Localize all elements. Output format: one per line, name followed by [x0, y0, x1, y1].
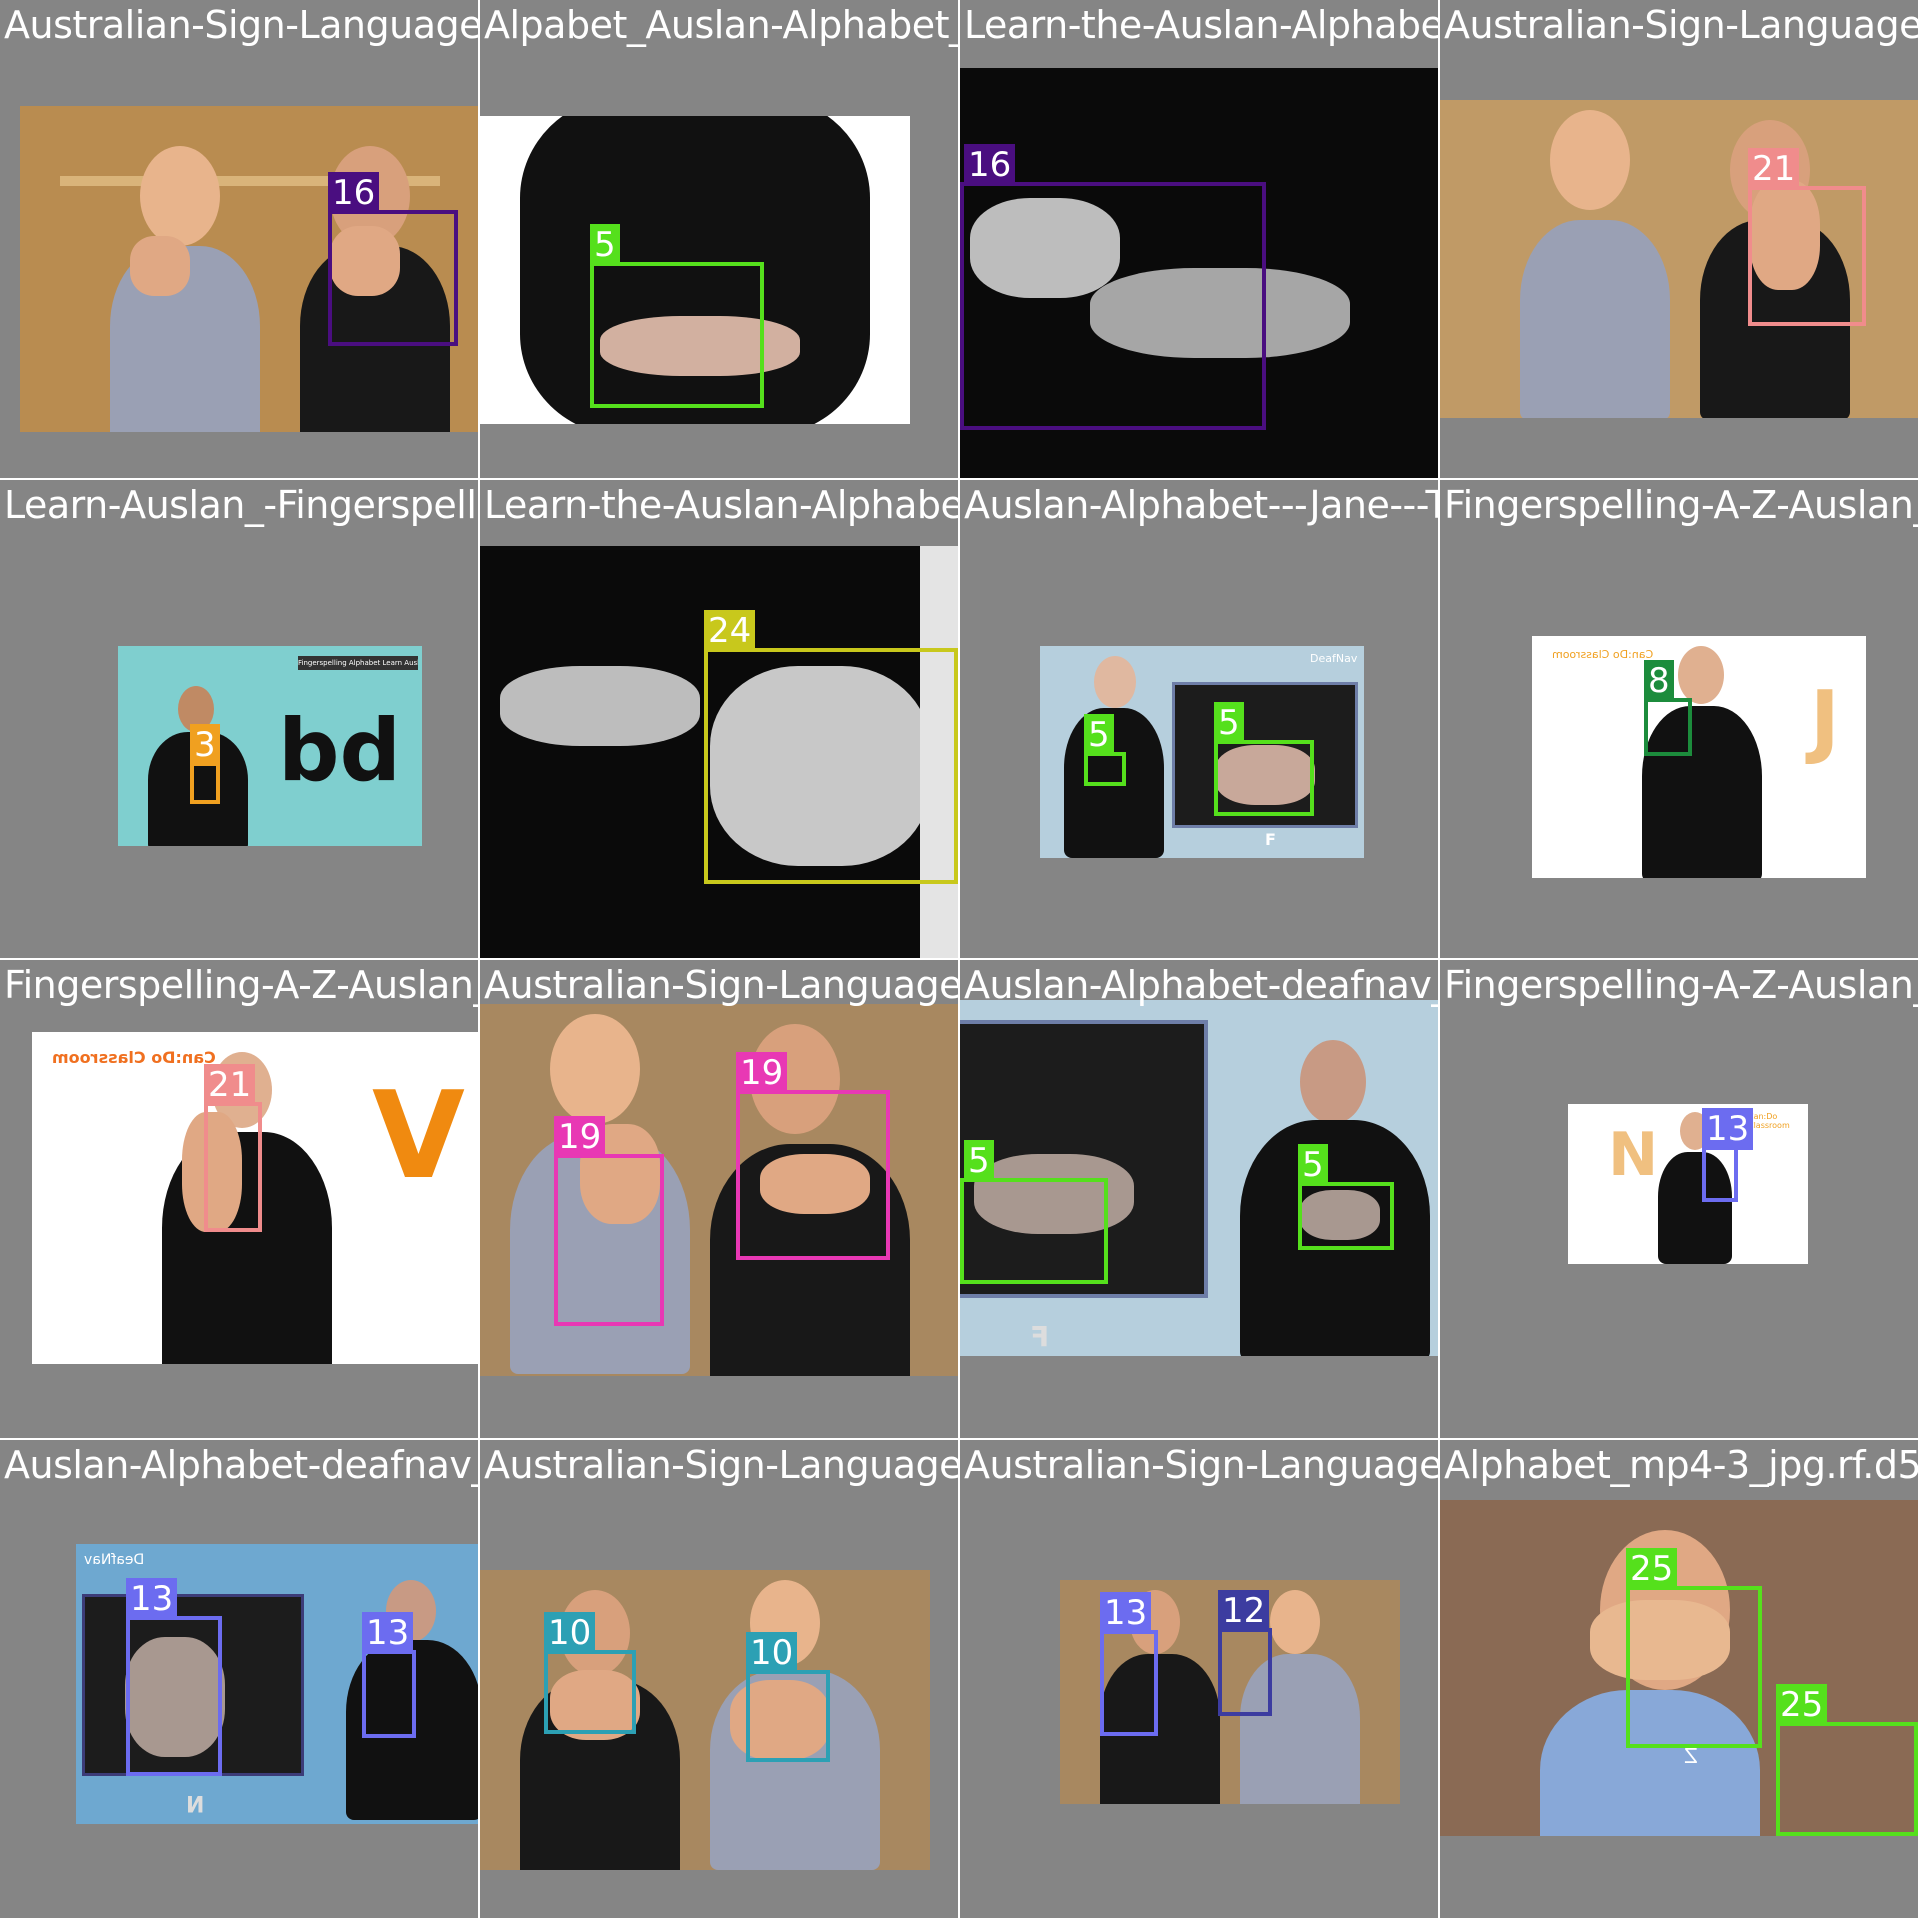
tile[interactable]: N Can:Do Classroom 13 Fingerspelling-A-Z…	[1440, 960, 1920, 1440]
watermark: DeafNav	[1310, 652, 1358, 665]
bounding-box: 10	[544, 1612, 636, 1734]
letter-sign: J	[1810, 674, 1840, 767]
bounding-box: 21	[204, 1064, 262, 1232]
class-label: 13	[1702, 1108, 1754, 1150]
tile[interactable]: 21 Australian-Sign-Language_-Alphabet	[1440, 0, 1920, 480]
tile[interactable]: Can:Do Classroom V 21 Fingerspelling-A-Z…	[0, 960, 480, 1440]
tile[interactable]: F 5 5 Auslan-Alphabet-deafnav_mp4-14_jpg	[960, 960, 1440, 1440]
logo: Can:Do Classroom	[1552, 648, 1654, 661]
bounding-box: 19	[554, 1116, 664, 1326]
tile-caption: Fingerspelling-A-Z-Auslan_mp4-75	[1444, 963, 1918, 1007]
video-frame: N Can:Do Classroom	[1568, 1104, 1808, 1264]
class-label: 25	[1626, 1548, 1678, 1590]
tile[interactable]: DeafNav F 5 5 Auslan-Alphabet---Jane---T…	[960, 480, 1440, 960]
class-label: 5	[964, 1140, 994, 1182]
class-label: 13	[126, 1578, 178, 1620]
class-label: 21	[204, 1064, 256, 1106]
bounding-box: 5	[1298, 1144, 1394, 1250]
letter-caption: F	[1265, 830, 1276, 849]
class-label: 19	[736, 1052, 788, 1094]
bounding-box: 19	[736, 1052, 890, 1260]
tile[interactable]: 13 12 Australian-Sign-Language_-Alphabet…	[960, 1440, 1440, 1920]
letter-caption: F	[1030, 1320, 1050, 1353]
bounding-box: 8	[1644, 660, 1692, 756]
logo: Can:Do Classroom	[1748, 1112, 1790, 1130]
letter-caption: N	[186, 1790, 205, 1815]
bounding-box: 12	[1218, 1590, 1272, 1716]
bounding-box: 5	[1084, 714, 1126, 786]
bounding-box: 13	[362, 1612, 416, 1738]
tile[interactable]: DeafNav N 13 13 Auslan-Alphabet-deafnav_…	[0, 1440, 480, 1920]
bounding-box: 13	[1702, 1108, 1754, 1202]
class-label: 21	[1748, 148, 1800, 190]
class-label: 10	[746, 1632, 798, 1674]
tile-caption: Fingerspelling-A-Z-Auslan_mp4-38_jpg	[4, 963, 478, 1007]
tile[interactable]: Can:Do Classroom J 8 Fingerspelling-A-Z-…	[1440, 480, 1920, 960]
video-frame: Can:Do Classroom J	[1532, 636, 1866, 878]
bounding-box: 5	[590, 224, 764, 408]
tile-caption: Auslan-Alphabet-deafnav_mp4-26_jpg	[4, 1443, 478, 1487]
class-label: 3	[190, 724, 220, 766]
watermark: DeafNav	[84, 1552, 145, 1568]
bounding-box: 13	[1100, 1592, 1158, 1736]
tile-caption: Learn-the-Auslan-Alphabet_mp4-133_jpg	[964, 3, 1440, 47]
bounding-box: 24	[704, 610, 958, 884]
tile-caption: Australian-Sign-Language_-Alphabet_mp4-8	[964, 1443, 1440, 1487]
tile-caption: Auslan-Alphabet-deafnav_mp4-14_jpg	[964, 963, 1438, 1007]
class-label: 19	[554, 1116, 606, 1158]
tile[interactable]: Fingerspelling Alphabet Learn Auslan bd …	[0, 480, 480, 960]
banner-text: Fingerspelling Alphabet	[298, 659, 381, 667]
tile[interactable]: 24 Learn-the-Auslan-Alphabet_mp4-195_jpg	[480, 480, 960, 960]
class-label: 13	[1100, 1592, 1152, 1634]
tile-caption: Auslan-Alphabet---Jane---Toby_mp4-107	[964, 483, 1438, 527]
tile-caption: Learn-Auslan_-Fingerspelling-the-Alphabe…	[4, 483, 478, 527]
video-frame: Fingerspelling Alphabet Learn Auslan bd	[118, 646, 422, 846]
letter-sign: N	[1608, 1120, 1659, 1190]
bounding-box: 16	[328, 172, 458, 346]
tile[interactable]: Z 25 25 Alphabet_mp4-3_jpg.rf.d58461a425…	[1440, 1440, 1920, 1920]
bounding-box: 21	[1748, 148, 1866, 326]
class-label: 25	[1776, 1684, 1828, 1726]
letter-sign: V	[372, 1067, 465, 1206]
tile-caption: Alpabet_Auslan-Alphabet_mp4-60_jpg	[484, 3, 958, 47]
class-label: 8	[1644, 660, 1674, 702]
class-label: 5	[1298, 1144, 1328, 1186]
class-label: 5	[590, 224, 620, 266]
tile[interactable]: 5 Alpabet_Auslan-Alphabet_mp4-60_jpg	[480, 0, 960, 480]
tile-caption: Australian-Sign-Language_-Alphabet	[1444, 3, 1920, 47]
bounding-box: 5	[960, 1140, 1108, 1284]
tile[interactable]: 16 Learn-the-Auslan-Alphabet_mp4-133_jpg	[960, 0, 1440, 480]
class-label: 16	[328, 172, 380, 214]
bounding-box: 10	[746, 1632, 830, 1762]
tile[interactable]: 10 10 Australian-Sign-Language_-Alphabet…	[480, 1440, 960, 1920]
banner-text: Learn Auslan	[382, 659, 419, 667]
tile[interactable]: 16 Australian-Sign-Language_-Alphabet-mp…	[0, 0, 480, 480]
logo: Can:Do Classroom	[52, 1048, 216, 1067]
class-label: 16	[964, 144, 1016, 186]
bounding-box: 25	[1776, 1684, 1918, 1836]
bounding-box: 13	[126, 1578, 222, 1776]
class-label: 13	[362, 1612, 414, 1654]
tile[interactable]: 19 19 Australian-Sign-Language_-Alphabet	[480, 960, 960, 1440]
bounding-box: 16	[960, 144, 1266, 430]
bounding-box: 25	[1626, 1548, 1762, 1748]
tile-caption: Fingerspelling-A-Z-Auslan_mp4-30_jpg	[1444, 483, 1918, 527]
tile-caption: Learn-the-Auslan-Alphabet_mp4-195_jpg	[484, 483, 960, 527]
letter-sign: bd	[278, 701, 402, 801]
tile-caption: Australian-Sign-Language_-Alphabet	[484, 963, 960, 1007]
tile-caption: Alphabet_mp4-3_jpg.rf.d58461a4259c59e0f	[1444, 1443, 1920, 1487]
header-banner: Fingerspelling Alphabet Learn Auslan	[298, 656, 418, 670]
class-label: 24	[704, 610, 756, 652]
bounding-box: 3	[190, 724, 220, 804]
bounding-box: 5	[1214, 702, 1314, 816]
class-label: 10	[544, 1612, 596, 1654]
tile-caption: Australian-Sign-Language_-Alphabet-mp4-1	[4, 3, 480, 47]
class-label: 12	[1218, 1590, 1270, 1632]
class-label: 5	[1084, 714, 1114, 756]
class-label: 5	[1214, 702, 1244, 744]
tile-caption: Australian-Sign-Language_-Alphabet_mp4-1…	[484, 1443, 960, 1487]
mosaic-grid: 16 Australian-Sign-Language_-Alphabet-mp…	[0, 0, 1920, 1920]
